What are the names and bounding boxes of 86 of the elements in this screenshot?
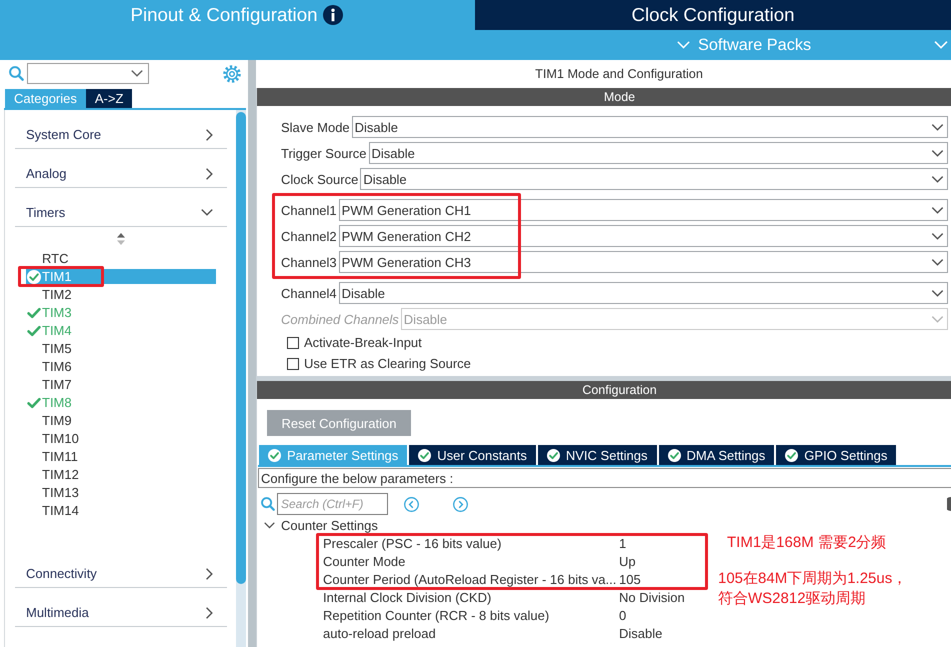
dropdown[interactable]: Disable	[368, 142, 948, 164]
checkbox-label[interactable]: Activate-Break-Input	[304, 335, 422, 350]
section-header: Configuration	[256, 381, 951, 399]
chevron-down-icon	[931, 150, 944, 156]
param-value[interactable]: 0	[619, 608, 626, 623]
dropdown[interactable]: PWM Generation CH3	[338, 251, 948, 273]
dropdown: Disable	[400, 308, 948, 330]
settings-icon[interactable]	[223, 64, 241, 82]
param-name: Counter Mode	[323, 554, 406, 569]
dropdown[interactable]: PWM Generation CH2	[338, 225, 948, 247]
settings-tab[interactable]: GPIO Settings	[776, 445, 896, 465]
check-circle-icon	[785, 448, 798, 462]
chevron-down-icon	[931, 176, 944, 182]
field-label: Clock Source	[281, 172, 358, 186]
settings-tab[interactable]: User Constants	[409, 445, 536, 465]
list-item[interactable]: TIM11	[26, 449, 216, 464]
check-circle-icon	[418, 448, 432, 462]
list-item[interactable]: TIM10	[26, 431, 216, 446]
section-header: Mode	[256, 88, 951, 106]
search-field[interactable]: Search (Ctrl+F)	[277, 493, 388, 515]
list-item[interactable]: TIM12	[26, 467, 216, 482]
arrow-right-circle-icon[interactable]	[453, 496, 468, 512]
chevron-down-icon	[677, 41, 690, 49]
chevron-down-icon	[931, 316, 944, 322]
dropdown[interactable]: Disable	[352, 116, 948, 138]
tree-group-header[interactable]: Counter Settings	[257, 518, 378, 533]
search-combobox[interactable]	[27, 63, 149, 84]
field-label: Combined Channels	[281, 312, 399, 326]
chevron-down-icon	[931, 206, 944, 214]
check-circle-icon	[268, 448, 281, 462]
check-circle-icon	[668, 448, 681, 462]
category-header[interactable]: Analog	[15, 160, 227, 188]
chevron-down-icon	[931, 124, 944, 130]
settings-tab[interactable]: DMA Settings	[658, 445, 774, 465]
list-item[interactable]: TIM6	[26, 359, 216, 374]
param-name: Counter Period (AutoReload Register - 16 bits va...	[323, 572, 616, 587]
param-name: auto-reload preload	[323, 626, 436, 641]
param-name: Repetition Counter (RCR - 8 bits value)	[323, 608, 550, 623]
search-icon[interactable]	[9, 66, 24, 81]
panel-title: TIM1 Mode and Configuration	[535, 67, 703, 81]
chevron-down-icon	[931, 232, 944, 240]
chevron-down-icon	[131, 70, 143, 77]
settings-tab[interactable]: NVIC Settings	[538, 445, 657, 465]
list-item[interactable]: RTC	[26, 251, 216, 266]
checkbox[interactable]	[287, 336, 299, 348]
chevron-down-icon	[931, 290, 944, 296]
dropdown[interactable]: Disable	[338, 282, 948, 304]
dropdown[interactable]: Disable	[360, 168, 948, 190]
param-value[interactable]: Up	[619, 554, 636, 569]
search-icon[interactable]	[261, 497, 275, 511]
field-label: Channel1	[281, 202, 337, 218]
param-name: Internal Clock Division (CKD)	[323, 590, 492, 605]
field-label: Trigger Source	[281, 146, 366, 160]
list-item[interactable]: TIM5	[26, 341, 216, 356]
sort-icon[interactable]	[116, 233, 124, 245]
view-tab[interactable]: A->Z	[86, 89, 132, 108]
instruction-text: Configure the below parameters :	[258, 468, 951, 488]
info-icon[interactable]	[322, 5, 342, 25]
list-item[interactable]: TIM13	[26, 485, 216, 500]
list-item[interactable]: TIM7	[26, 377, 216, 392]
annotation-text: TIM1是168M 需要2分频	[727, 533, 886, 553]
param-value[interactable]: Disable	[619, 626, 662, 641]
category-header[interactable]: System Core	[15, 121, 227, 149]
checkbox[interactable]	[287, 358, 299, 370]
field-label: Channel3	[281, 254, 337, 270]
field-label: Channel4	[281, 286, 337, 300]
category-header[interactable]: Multimedia	[15, 599, 227, 627]
param-value[interactable]: No Division	[619, 590, 685, 605]
list-item[interactable]: TIM14	[26, 503, 216, 518]
check-circle-icon	[546, 448, 560, 462]
category-header[interactable]: Timers	[15, 199, 227, 227]
chevron-down-icon[interactable]	[934, 41, 948, 49]
param-value[interactable]: 1	[619, 536, 626, 551]
list-item[interactable]: TIM9	[26, 413, 216, 428]
list-item[interactable]: TIM2	[26, 287, 216, 302]
param-name: Prescaler (PSC - 16 bits value)	[323, 536, 502, 551]
param-value[interactable]: 105	[619, 572, 641, 587]
checkbox-label[interactable]: Use ETR as Clearing Source	[304, 356, 471, 371]
chevron-down-icon	[931, 258, 944, 266]
category-header[interactable]: Connectivity	[15, 560, 227, 588]
field-label: Channel2	[281, 228, 337, 244]
header-tab[interactable]: Clock Configuration	[475, 0, 951, 30]
dropdown[interactable]: PWM Generation CH1	[338, 199, 948, 221]
arrow-left-circle-icon[interactable]	[404, 496, 419, 512]
field-label: Slave Mode	[281, 120, 350, 134]
annotation-text: 105在84M下周期为1.25us，符合WS2812驱动周期	[718, 569, 908, 609]
